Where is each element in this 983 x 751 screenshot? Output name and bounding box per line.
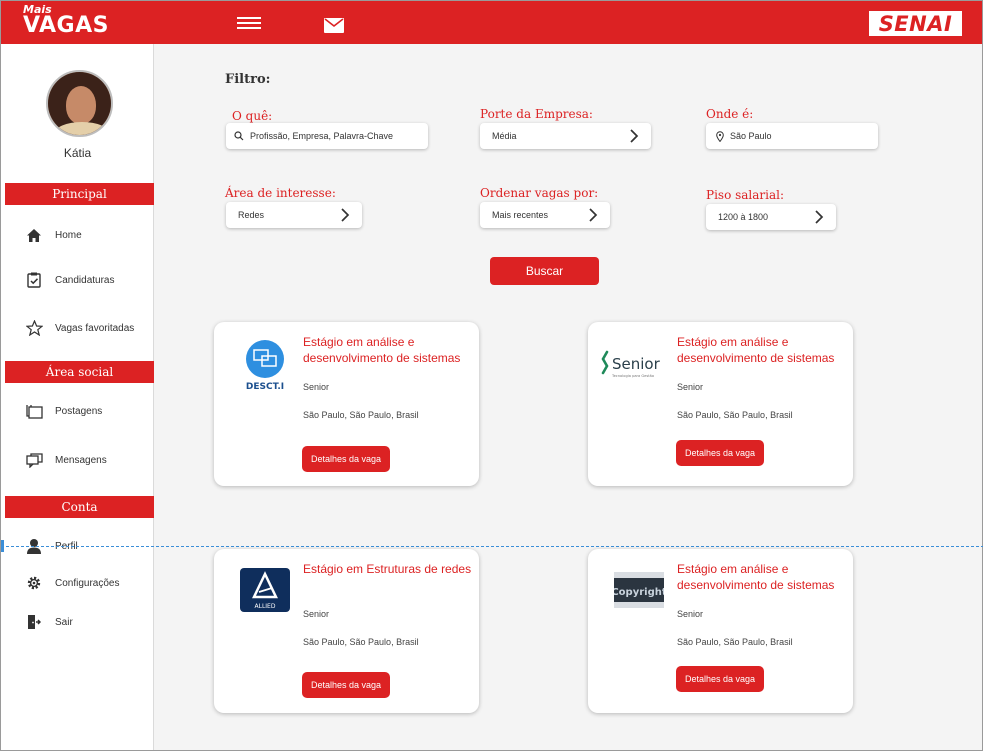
onde-label: Onde é: [706,107,754,121]
section-principal: Principal [5,183,154,205]
sidebar-item-postagens[interactable]: Postagens [25,401,102,421]
sidebar-item-home[interactable]: Home [25,225,82,245]
porte-select[interactable]: Média [480,123,651,149]
sidebar-item-sair[interactable]: Sair [25,612,73,632]
piso-value: 1200 à 1800 [718,212,769,222]
job-card[interactable]: Copyright Estágio em análise e desenvolv… [588,549,853,713]
logo-big-text: VAGAS [23,13,109,38]
search-button[interactable]: Buscar [490,257,599,285]
company-logo: Copyright [608,559,670,621]
mail-icon[interactable] [324,18,344,33]
exit-door-icon [25,613,43,631]
piso-select[interactable]: 1200 à 1800 [706,204,836,230]
area-label: Área de interesse: [225,186,336,200]
section-area-social: Área social [5,361,154,383]
job-location: São Paulo, São Paulo, Brasil [303,637,419,647]
username: Kátia [63,146,92,160]
sidebar-item-favoritas[interactable]: Vagas favoritadas [25,318,134,338]
job-details-button[interactable]: Detalhes da vaga [676,666,764,692]
location-value: São Paulo [730,131,772,141]
sidebar-item-label: Candidaturas [55,274,115,286]
filter-title: Filtro: [225,72,271,87]
job-title[interactable]: Estágio em análise e desenvolvimento de … [303,334,473,366]
search-icon [234,131,244,141]
guide-line [1,546,983,547]
location-pin-icon [716,130,724,142]
ordenar-label: Ordenar vagas por: [480,186,599,200]
clipboard-check-icon [25,271,43,289]
piso-label: Piso salarial: [706,188,785,202]
oque-label: O quê: [232,109,273,123]
chevron-right-icon [589,208,598,222]
sidebar-item-label: Mensagens [55,454,107,466]
sidebar-item-label: Vagas favoritadas [55,322,135,334]
porte-value: Média [492,131,517,141]
company-logo-tagline: Tecnologia para Gestão [611,374,654,378]
sidebar-item-candidaturas[interactable]: Candidaturas [25,270,114,290]
senai-logo: SENAI [869,11,962,36]
job-details-button[interactable]: Detalhes da vaga [302,672,390,698]
job-location: São Paulo, São Paulo, Brasil [677,637,793,647]
sidebar-item-label: Configurações [55,577,120,589]
top-bar: Mais VAGAS SENAI [1,1,982,44]
area-value: Redes [238,210,265,220]
company-logo-text: DESCT.I [246,382,284,392]
sidebar: Kátia Principal Home Candidaturas Vagas … [1,44,154,750]
chat-icon [25,451,43,469]
job-location: São Paulo, São Paulo, Brasil [677,410,793,420]
job-card[interactable]: Senior Tecnologia para Gestão Estágio em… [588,322,853,486]
gear-icon [25,574,43,592]
mais-vagas-logo[interactable]: Mais VAGAS [23,4,113,38]
job-card[interactable]: DESCT.I Estágio em análise e desenvolvim… [214,322,479,486]
job-title[interactable]: Estágio em Estruturas de redes [303,561,473,577]
company-logo-text: ALLIED [255,603,276,610]
posts-icon [25,402,43,420]
sidebar-item-label: Home [55,229,82,241]
chevron-right-icon [630,129,639,143]
company-logo: ALLIED [234,559,296,621]
sidebar-item-label: Postagens [55,405,103,417]
chevron-right-icon [341,208,350,222]
star-icon [25,319,43,337]
job-company: Senior [677,609,704,619]
sidebar-item-configuracoes[interactable]: Configurações [25,573,119,593]
job-details-button[interactable]: Detalhes da vaga [676,440,764,466]
sidebar-item-label: Sair [55,616,73,628]
ordenar-select[interactable]: Mais recentes [480,202,610,228]
job-company: Senior [677,382,704,392]
avatar[interactable] [46,70,113,137]
search-input[interactable]: Profissão, Empresa, Palavra-Chave [226,123,428,149]
sidebar-item-mensagens[interactable]: Mensagens [25,450,107,470]
company-logo: Senior Tecnologia para Gestão [596,332,674,394]
company-logo-text: Copyright [614,587,664,598]
chevron-right-icon [815,210,824,224]
location-input[interactable]: São Paulo [706,123,878,149]
search-placeholder: Profissão, Empresa, Palavra-Chave [250,131,394,141]
home-icon [25,226,43,244]
area-select[interactable]: Redes [226,202,362,228]
porte-label: Porte da Empresa: [480,107,593,121]
company-logo: DESCT.I [234,332,296,394]
job-title[interactable]: Estágio em análise e desenvolvimento de … [677,561,847,593]
job-company: Senior [303,382,330,392]
job-card[interactable]: ALLIED Estágio em Estruturas de redes Se… [214,549,479,713]
menu-icon[interactable] [237,17,261,31]
company-logo-text: Senior [612,355,661,373]
ordenar-value: Mais recentes [492,210,549,220]
job-title[interactable]: Estágio em análise e desenvolvimento de … [677,334,847,366]
job-company: Senior [303,609,330,619]
senai-logo-text: SENAI [871,13,960,35]
job-details-button[interactable]: Detalhes da vaga [302,446,390,472]
job-location: São Paulo, São Paulo, Brasil [303,410,419,420]
section-conta: Conta [5,496,154,518]
